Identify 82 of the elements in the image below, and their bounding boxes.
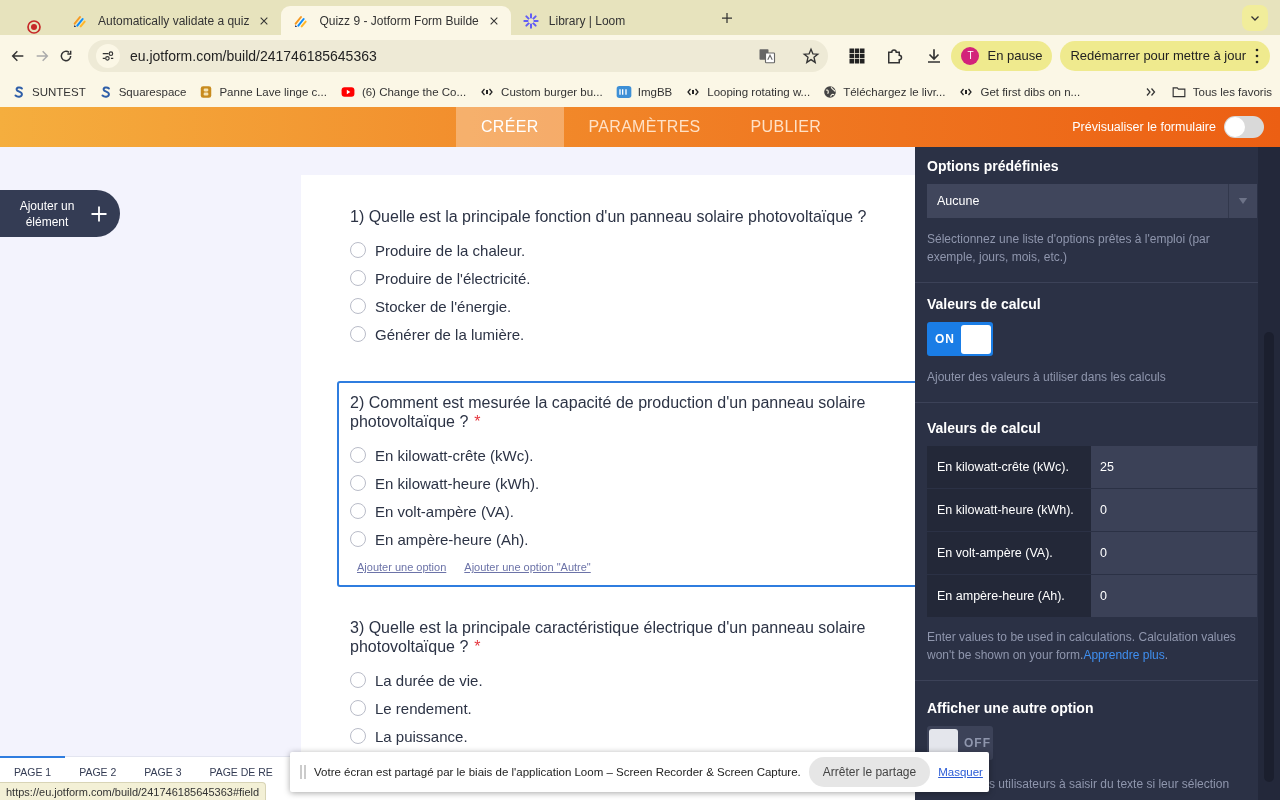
bookmark[interactable]: (6) Change the Co... bbox=[339, 84, 467, 99]
bookmark[interactable]: Squarespace bbox=[98, 84, 187, 99]
apps-grid-icon[interactable] bbox=[848, 46, 867, 65]
question-block[interactable]: 1) Quelle est la principale fonction d'un panneau solaire photovoltaïque ? Produire de la chaleur. Produire de l'électricité. Stocker de l'énergie. Générer de la lumière. bbox=[337, 195, 915, 362]
option-label: La durée de vie. bbox=[375, 671, 483, 689]
status-url-tooltip: https://eu.jotform.com/build/241746185645363#field bbox=[0, 782, 267, 800]
option-label: En kilowatt-crête (kWc). bbox=[936, 458, 1070, 476]
double-chevron-icon[interactable] bbox=[1144, 85, 1157, 98]
option-label: Générer de la lumière. bbox=[375, 325, 525, 343]
translate-icon[interactable] bbox=[758, 46, 776, 65]
stop-sharing-button[interactable]: Arrêter le partage bbox=[808, 757, 931, 787]
kebab-menu-icon bbox=[1254, 47, 1260, 64]
preview-label: Prévisualiser le formulaire bbox=[1072, 120, 1216, 134]
play-icon bbox=[339, 84, 356, 99]
record-icon[interactable] bbox=[26, 19, 42, 35]
url-text: eu.jotform.com/build/241746185645363 bbox=[130, 47, 378, 64]
hint-text: s utilisateurs à saisir du texte si leur sélection bbox=[989, 776, 1230, 792]
option-label: En ampère-heure (Ah). bbox=[936, 587, 1066, 605]
hint-text: Enter values to be used in calculations. Calculation values won't be shown on your form.Apprendre plus. bbox=[927, 629, 1237, 664]
section-title: Valeurs de calcul bbox=[927, 296, 1042, 312]
option-label: Produire de l'électricité. bbox=[375, 269, 531, 287]
bookmark-logo-icon bbox=[199, 84, 214, 99]
star-icon[interactable] bbox=[802, 46, 820, 65]
add-element-button[interactable]: Ajouter un élément bbox=[0, 190, 120, 237]
plus-icon[interactable] bbox=[720, 11, 733, 24]
option-label: En kilowatt-heure (kWh). bbox=[375, 474, 540, 492]
caret-down-icon bbox=[1238, 197, 1248, 205]
hint-text: Ajouter des valeurs à utiliser dans les calculs bbox=[927, 369, 1167, 386]
question-title: 3) Quelle est la principale caractéristique électrique d'un panneau solaire photovoltaïque ? * bbox=[350, 618, 867, 656]
browser-tab[interactable]: Quizz 9 - Jotform Form Builde bbox=[281, 6, 511, 35]
add-option-link[interactable]: Ajouter une option "Autre" bbox=[464, 561, 591, 573]
bookmark[interactable]: ImgBB bbox=[615, 83, 673, 100]
value-input[interactable]: 0 bbox=[1091, 532, 1257, 574]
option-label: En volt-ampère (VA). bbox=[936, 544, 1054, 562]
hide-link[interactable]: Masquer bbox=[938, 766, 983, 778]
s-curve-icon bbox=[12, 84, 26, 99]
section-title: Afficher une autre option bbox=[927, 700, 1095, 716]
question-title: 2) Comment est mesurée la capacité de production d'un panneau solaire photovoltaïque ? * bbox=[350, 393, 867, 431]
browser-tab[interactable]: Automatically validate a quiz bbox=[60, 6, 282, 35]
add-option-link[interactable]: Ajouter une option bbox=[357, 561, 447, 573]
bookmark[interactable]: Looping rotating w... bbox=[685, 85, 811, 98]
option-label: Produire de la chaleur. bbox=[375, 241, 526, 259]
predefined-dropdown[interactable]: Aucune bbox=[927, 184, 1257, 218]
image-host-icon bbox=[615, 83, 632, 100]
option-label: En kilowatt-heure (kWh). bbox=[936, 501, 1075, 519]
bookmark[interactable]: Custom burger bu... bbox=[479, 85, 603, 98]
globe-icon bbox=[823, 84, 838, 99]
option-label: En ampère-heure (Ah). bbox=[375, 530, 529, 548]
value-input[interactable]: 0 bbox=[1091, 575, 1257, 617]
share-message: Votre écran est partagé par le biais de l'application Loom – Screen Recorder & Screen Capture. bbox=[314, 766, 801, 778]
grip-icon bbox=[300, 765, 306, 779]
option-label: En volt-ampère (VA). bbox=[375, 502, 514, 520]
section-title: Options prédéfinies bbox=[927, 158, 1060, 174]
bookmark[interactable]: Get first dibs on n... bbox=[958, 85, 1081, 98]
hint-text: Sélectionnez une liste d'options prêtes à l'emploi (par exemple, jours, mois, etc.) bbox=[927, 231, 1211, 266]
close-icon[interactable] bbox=[488, 15, 499, 26]
question-title: 1) Quelle est la principale fonction d'un panneau solaire photovoltaïque ? bbox=[350, 207, 868, 226]
option-label: En kilowatt-crête (kWc). bbox=[375, 446, 534, 464]
browser-tab[interactable]: Library | Loom bbox=[510, 6, 711, 35]
plus-icon bbox=[90, 204, 108, 223]
bookmark[interactable]: SUNTEST bbox=[12, 84, 86, 99]
value-input[interactable]: 25 bbox=[1091, 446, 1257, 488]
profile-button[interactable]: T En pause bbox=[951, 40, 1053, 71]
bookmark[interactable]: Téléchargez le livr... bbox=[823, 84, 946, 99]
learn-more-link[interactable]: Apprendre plus bbox=[1083, 648, 1165, 662]
starburst-icon bbox=[522, 12, 539, 29]
s-curve-icon bbox=[98, 84, 113, 99]
option-label: Stocker de l'énergie. bbox=[375, 297, 512, 315]
bookmark[interactable]: Panne Lave linge c... bbox=[199, 84, 327, 99]
option-label: La puissance. bbox=[375, 727, 468, 745]
address-bar[interactable]: eu.jotform.com/build/241746185645363 bbox=[88, 39, 828, 72]
option-label: Le rendement. bbox=[375, 699, 472, 717]
sliders-icon bbox=[101, 48, 115, 63]
preview-toggle[interactable] bbox=[1224, 116, 1264, 138]
folder-icon bbox=[1170, 84, 1187, 99]
tab-search-button[interactable] bbox=[1242, 4, 1268, 31]
toggle-switch[interactable]: ON bbox=[927, 322, 993, 356]
section-title: Valeurs de calcul bbox=[927, 420, 1042, 436]
bookmarks-folder[interactable]: Tous les favoris bbox=[1170, 84, 1272, 99]
value-input[interactable]: 0 bbox=[1091, 489, 1257, 531]
close-icon[interactable] bbox=[259, 15, 270, 26]
update-button[interactable]: Redémarrer pour mettre à jour bbox=[1060, 40, 1270, 71]
